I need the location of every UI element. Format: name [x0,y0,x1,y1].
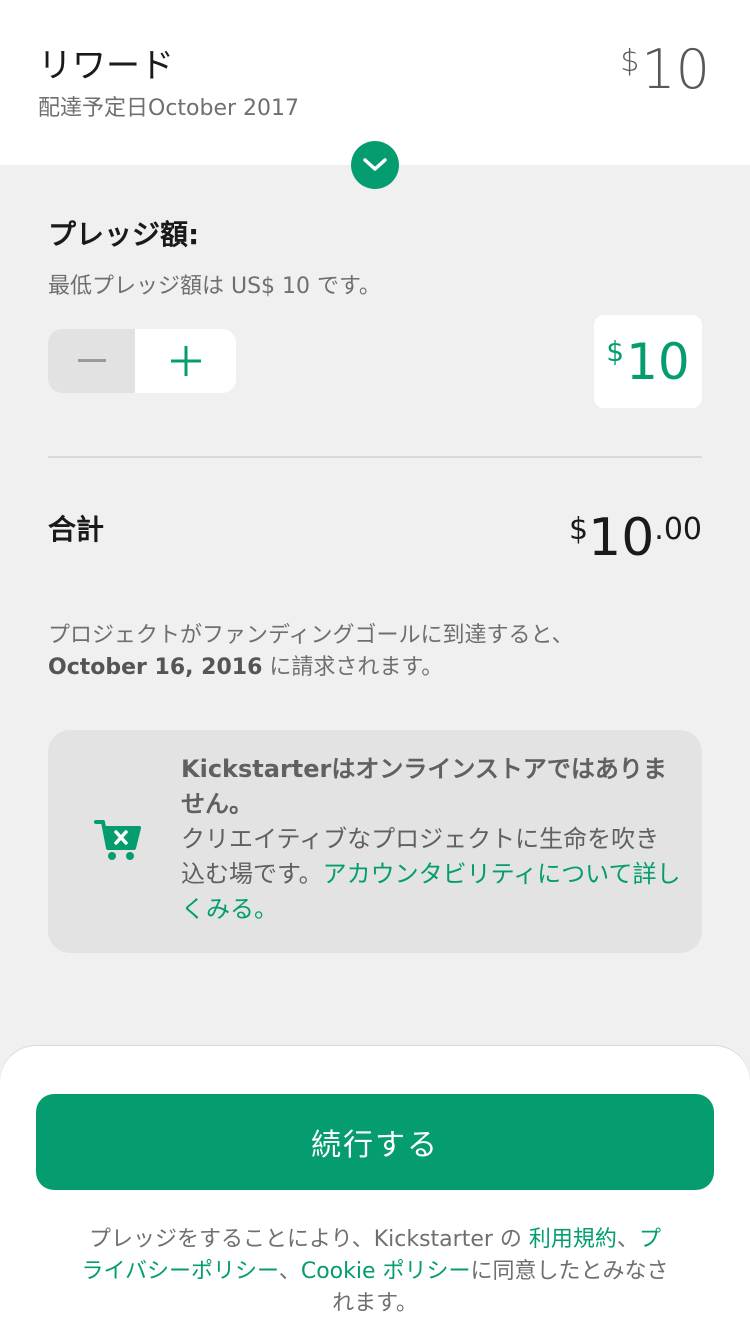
charge-date: October 16, 2016 [48,655,263,680]
total-cents: .00 [654,512,702,547]
pledge-amount-input[interactable]: $10 [594,315,702,408]
total-label: 合計 [48,513,105,546]
legal-prefix: プレッジをすることにより、Kickstarter の [89,1227,529,1252]
bottom-sheet: 続行する プレッジをすることにより、Kickstarter の 利用規約、プライ… [0,1046,750,1334]
info-bold-text: Kickstarterはオンラインストアではありません。 [181,755,667,818]
shopping-cart-x-icon [94,820,141,860]
increment-button[interactable] [135,329,236,393]
info-text: Kickstarterはオンラインストアではありません。 クリエイティブなプロジェ… [181,752,681,927]
decrement-button[interactable] [48,329,135,393]
reward-price: $10 [620,38,710,101]
charge-date-note: プロジェクトがファンディングゴールに到達すると、 October 16, 2016… [48,620,708,684]
charge-note-line1: プロジェクトがファンディングゴールに到達すると、 [48,623,574,648]
legal-text: プレッジをすることにより、Kickstarter の 利用規約、プライバシーポリ… [80,1224,670,1320]
legal-separator-1: 、 [616,1227,639,1252]
cookie-policy-link[interactable]: Cookie ポリシー [301,1259,471,1284]
continue-button[interactable]: 続行する [36,1094,714,1190]
delivery-date: 配達予定日October 2017 [38,96,300,121]
terms-link[interactable]: 利用規約 [529,1227,617,1252]
pledge-amount-label: プレッジ額: [48,218,200,251]
minus-icon [77,359,106,362]
accountability-info-card: Kickstarterはオンラインストアではありません。 クリエイティブなプロジェ… [48,730,702,953]
total-whole: 10 [588,508,655,568]
divider [48,456,702,458]
pledge-amount-currency: $ [606,335,625,368]
collapse-reward-button[interactable] [351,141,399,189]
pledge-amount-value: 10 [626,332,690,391]
pledge-stepper [48,329,236,393]
charge-note-suffix: に請求されます。 [262,655,444,680]
reward-price-value: 10 [641,38,710,101]
reward-title: リワード [38,46,174,86]
reward-price-currency: $ [620,44,640,79]
chevron-down-icon [363,158,387,171]
plus-icon [170,346,201,376]
legal-separator-2: 、 [278,1259,301,1284]
pledge-minimum-note: 最低プレッジ額は US$ 10 です。 [48,274,381,299]
total-currency: $ [569,512,589,547]
total-amount: $10.00 [569,508,702,568]
